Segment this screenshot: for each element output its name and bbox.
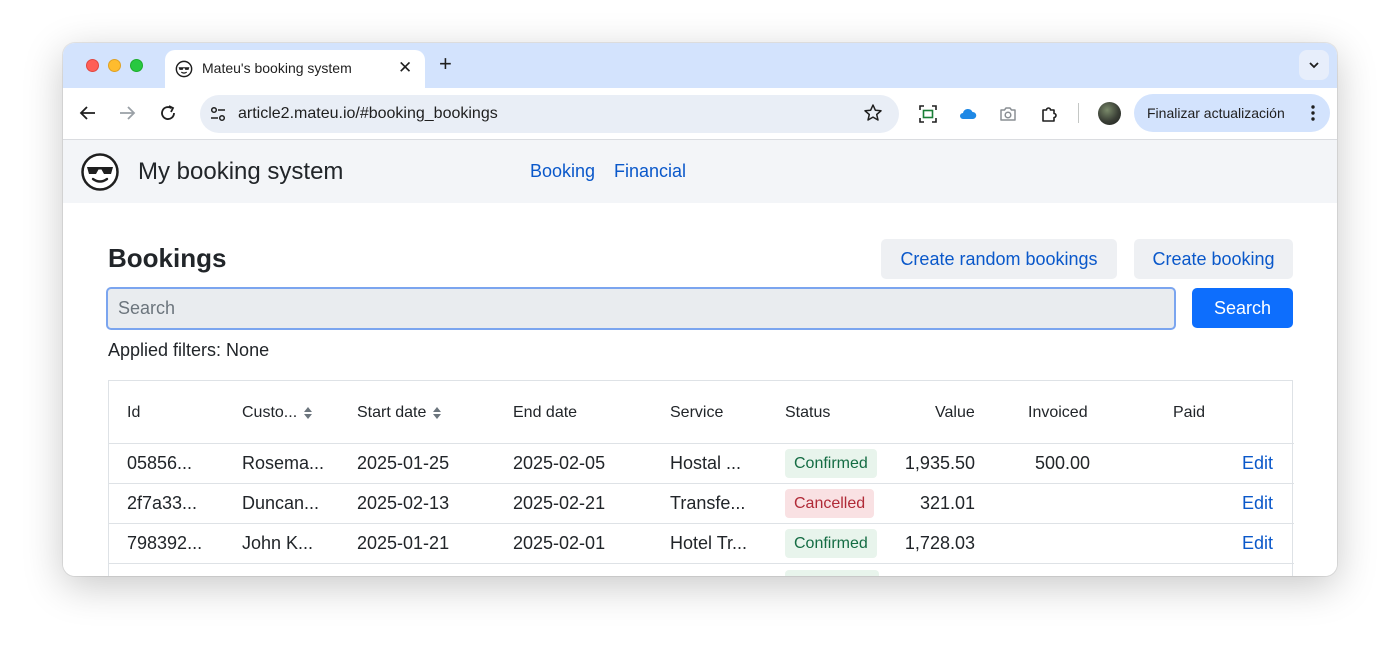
- cell-end-date: 2025-02-21: [513, 493, 606, 513]
- cell-id: 05856...: [127, 453, 193, 473]
- column-header-id[interactable]: Id: [127, 404, 140, 422]
- update-browser-button[interactable]: Finalizar actualización: [1134, 94, 1330, 132]
- cell-start-date: 2025-02-13: [357, 493, 450, 513]
- column-header-label: Start date: [357, 404, 427, 421]
- table-row[interactable]: 2f7a33... Duncan... 2025-02-13 2025-02-2…: [109, 484, 1294, 524]
- tab-search-button[interactable]: [1299, 50, 1329, 80]
- cell-service: Hostal ...: [670, 453, 742, 473]
- cell-customer: Rosema...: [242, 453, 325, 473]
- tab-title: Mateu's booking system: [202, 60, 352, 76]
- column-header-label: Custo...: [242, 404, 298, 421]
- column-header-value[interactable]: Value: [935, 404, 975, 422]
- site-settings-icon[interactable]: [208, 104, 228, 124]
- applied-filters-text: Applied filters: None: [108, 340, 270, 360]
- tab-close-icon[interactable]: ✕: [398, 58, 412, 78]
- column-header-invoiced[interactable]: Invoiced: [1028, 404, 1088, 422]
- chevron-down-icon: [1309, 62, 1319, 69]
- search-button[interactable]: Search: [1192, 288, 1293, 328]
- cell-start-date: 2025-01-21: [357, 533, 450, 553]
- cell-invoiced: 500.00: [1034, 453, 1090, 473]
- table-row[interactable]: 05856... Rosema... 2025-01-25 2025-02-05…: [109, 444, 1294, 484]
- address-bar[interactable]: article2.mateu.io/#booking_bookings: [200, 95, 899, 133]
- close-window-button[interactable]: [86, 59, 99, 72]
- cell-value: 1,935.50: [904, 453, 975, 473]
- browser-toolbar: article2.mateu.io/#booking_bookings Fina…: [63, 88, 1337, 140]
- browser-window: Mateu's booking system ✕ + article2.mate…: [63, 43, 1337, 576]
- create-random-bookings-button[interactable]: Create random bookings: [881, 239, 1117, 279]
- column-header-paid[interactable]: Paid: [1173, 404, 1205, 422]
- minimize-window-button[interactable]: [108, 59, 121, 72]
- table-row[interactable]: 798392... John K... 2025-01-21 2025-02-0…: [109, 524, 1294, 564]
- cell-end-date: 2025-02-05: [513, 453, 606, 473]
- sunglasses-face-icon: [175, 60, 193, 78]
- update-browser-label: Finalizar actualización: [1147, 105, 1285, 121]
- cell-id: 798392...: [127, 533, 203, 553]
- maximize-window-button[interactable]: [130, 59, 143, 72]
- page-title: Bookings: [108, 243, 227, 273]
- sort-icon[interactable]: [432, 406, 442, 420]
- cell-service: Transfe...: [670, 493, 746, 513]
- extensions-puzzle-icon[interactable]: [1039, 104, 1059, 124]
- sort-icon[interactable]: [303, 406, 313, 420]
- search-input[interactable]: [106, 287, 1176, 330]
- forward-arrow-icon: [120, 106, 136, 120]
- screen-capture-icon[interactable]: [918, 104, 938, 124]
- camera-icon[interactable]: [998, 104, 1018, 124]
- status-badge: Confirmed: [785, 529, 877, 558]
- cell-value: 321.01: [919, 493, 975, 513]
- app-header: My booking system Booking Financial: [63, 140, 1337, 203]
- cell-service: Hotel Tr...: [670, 533, 748, 553]
- column-header-customer[interactable]: Custo...: [242, 404, 313, 422]
- reload-icon: [161, 105, 175, 120]
- page-content: My booking system Booking Financial Book…: [63, 140, 1337, 576]
- browser-tab[interactable]: Mateu's booking system ✕: [165, 50, 425, 88]
- back-button[interactable]: [77, 102, 99, 124]
- sunglasses-face-logo-icon: [81, 153, 119, 191]
- column-header-status[interactable]: Status: [785, 404, 830, 422]
- cell-end-date: 2025-02-01: [513, 533, 606, 553]
- toolbar-divider: [1078, 103, 1079, 123]
- bookings-table: Id Custo... Start date End date Service …: [108, 380, 1294, 576]
- profile-avatar[interactable]: [1098, 102, 1121, 125]
- column-header-end-date[interactable]: End date: [513, 404, 577, 422]
- tab-strip: Mateu's booking system ✕ +: [63, 43, 1337, 88]
- cloud-icon[interactable]: [958, 104, 978, 124]
- cell-customer: Duncan...: [242, 493, 320, 513]
- url-text: article2.mateu.io/#booking_bookings: [238, 105, 498, 122]
- new-tab-icon[interactable]: +: [439, 52, 452, 76]
- status-badge: Confirmed: [785, 449, 877, 478]
- forward-button[interactable]: [116, 102, 138, 124]
- status-badge: [785, 570, 879, 576]
- back-arrow-icon: [79, 106, 95, 120]
- edit-link[interactable]: Edit: [1242, 533, 1273, 554]
- nav-financial-link[interactable]: Financial: [614, 161, 686, 182]
- app-title: My booking system: [138, 158, 344, 185]
- column-header-start-date[interactable]: Start date: [357, 404, 442, 422]
- status-badge: Cancelled: [785, 489, 875, 518]
- create-booking-button[interactable]: Create booking: [1134, 239, 1293, 279]
- table-row[interactable]: [109, 564, 1294, 576]
- column-header-service[interactable]: Service: [670, 404, 723, 422]
- more-vertical-icon[interactable]: [1310, 103, 1316, 123]
- edit-link[interactable]: Edit: [1242, 493, 1273, 514]
- reload-button[interactable]: [157, 102, 179, 124]
- cell-value: 1,728.03: [904, 533, 975, 553]
- cell-start-date: 2025-01-25: [357, 453, 450, 473]
- bookmark-star-icon[interactable]: [863, 103, 883, 123]
- cell-id: 2f7a33...: [127, 493, 198, 513]
- nav-booking-link[interactable]: Booking: [530, 161, 595, 182]
- edit-link[interactable]: Edit: [1242, 453, 1273, 474]
- cell-customer: John K...: [242, 533, 314, 553]
